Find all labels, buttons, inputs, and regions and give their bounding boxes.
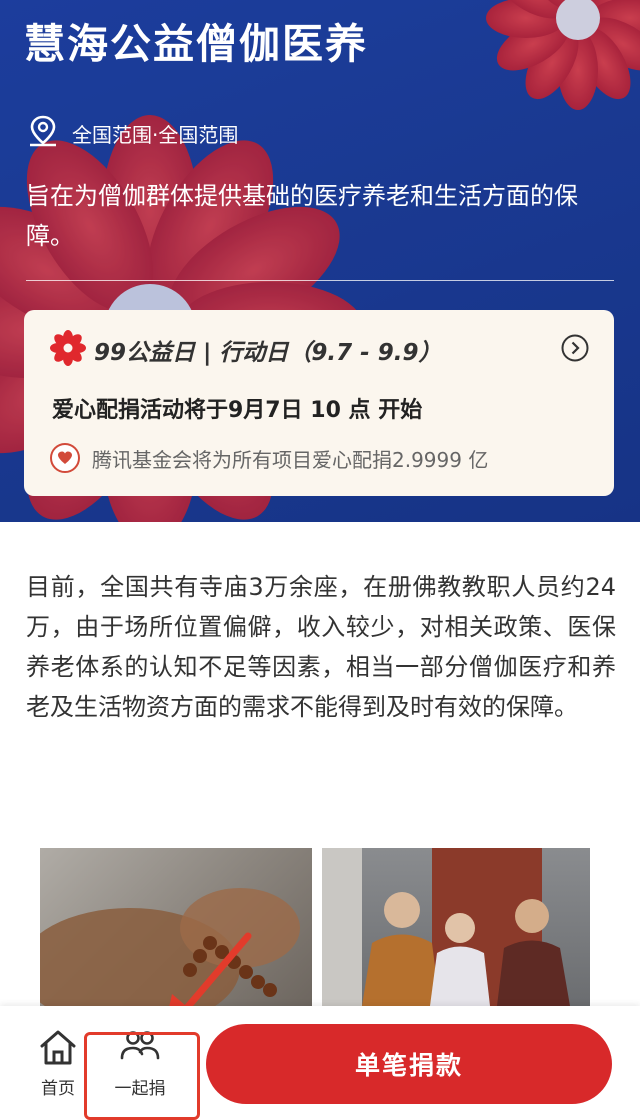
location-row: 全国范围·全国范围 [26,114,239,152]
foundation-logo-icon [50,443,80,473]
location-pin-icon [26,114,60,152]
foundation-row: 腾讯基金会将为所有项目爱心配捐2.9999 亿 [50,440,488,476]
chevron-right-icon[interactable] [560,333,590,367]
page-title: 慧海公益僧伽医养 [24,20,368,68]
location-text: 全国范围·全国范围 [72,122,239,147]
nav-home[interactable]: 首页 [28,1028,88,1099]
project-description: 旨在为僧伽群体提供基础的医疗养老和生活方面的保障。 [26,182,578,250]
red-flower-icon [50,330,86,370]
nav-home-label: 首页 [41,1079,75,1099]
event-title: 99公益日 | 行动日（9.7 - 9.9） [94,340,442,366]
home-icon [38,1028,78,1070]
bottom-nav: 首页 一起捐 单笔捐款 [0,1006,640,1120]
match-notice: 爱心配捐活动将于9月7日 10 点 开始 [52,398,423,423]
annotation-highlight-box [84,1032,200,1120]
event-card[interactable]: 99公益日 | 行动日（9.7 - 9.9） 爱心配捐活动将于9月7日 10 点… [24,310,614,496]
divider [26,280,614,281]
photo-monks [322,848,590,1006]
foundation-notice: 腾讯基金会将为所有项目爱心配捐2.9999 亿 [92,447,489,472]
single-donation-button[interactable]: 单笔捐款 [206,1024,612,1104]
project-intro-paragraph: 目前，全国共有寺庙3万余座，在册佛教教职人员约24万，由于场所位置偏僻，收入较少… [26,573,616,721]
event-header: 99公益日 | 行动日（9.7 - 9.9） [50,330,590,370]
hero-banner: 慧海公益僧伽医养 全国范围·全国范围 旨在为僧伽群体提供基础的医疗养老和生活方面… [0,0,640,522]
